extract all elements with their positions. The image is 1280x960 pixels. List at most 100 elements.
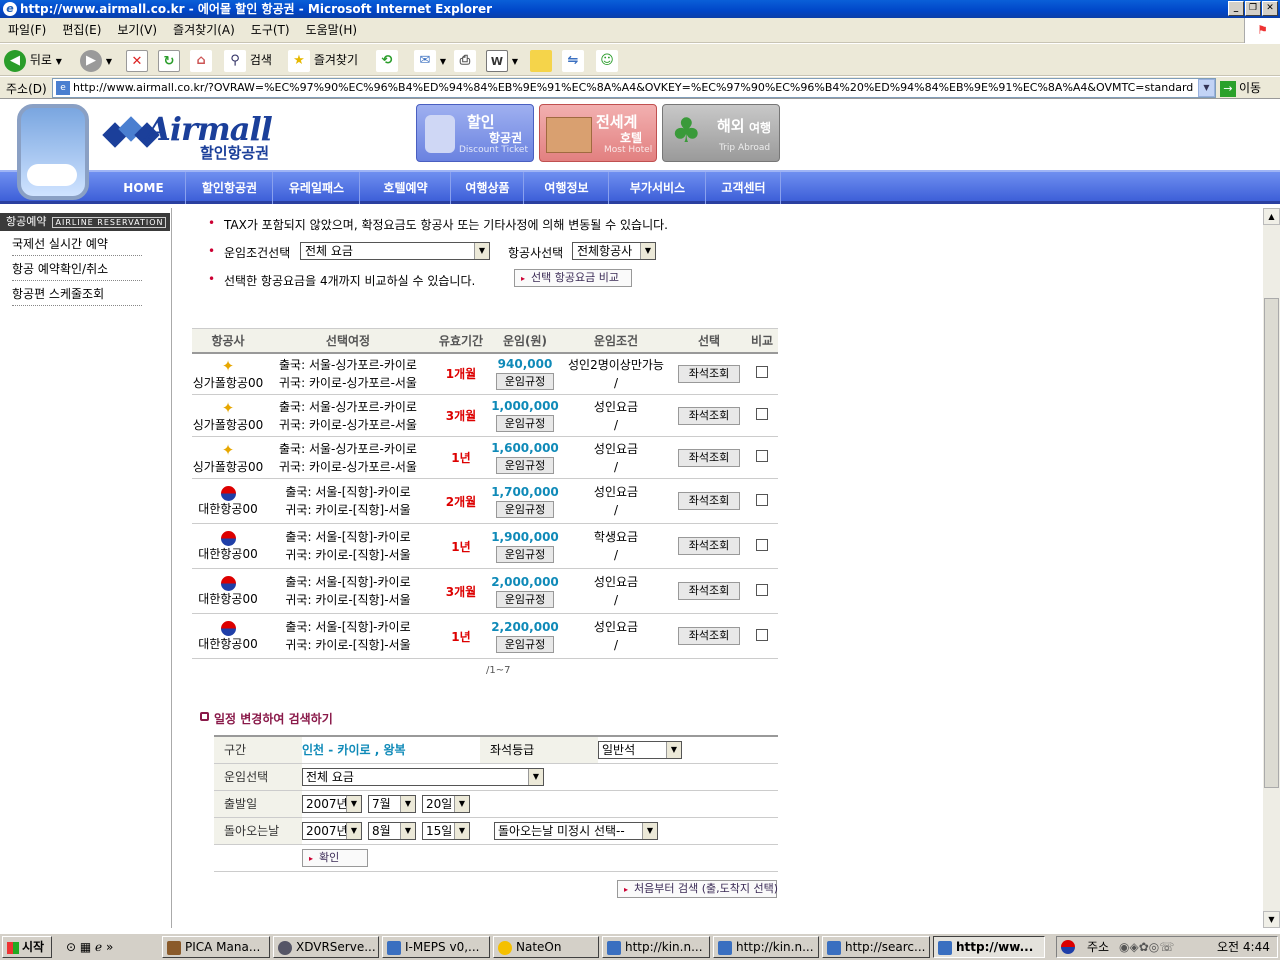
nav-home[interactable]: HOME (102, 172, 186, 204)
seat-inquiry-button[interactable]: 좌석조회 (678, 364, 740, 383)
airplane-window-icon (17, 104, 89, 200)
seat-inquiry-button[interactable]: 좌석조회 (678, 627, 740, 645)
seat-class-select[interactable]: 일반석 ▼ (598, 740, 682, 759)
restart-search-button[interactable]: ▸ 처음부터 검색 (출,도착지 선택) (617, 880, 778, 898)
seat-inquiry-button[interactable]: 좌석조회 (678, 537, 740, 555)
airline-select[interactable]: 전체항공사 ▼ (572, 242, 656, 260)
nav-travel-info[interactable]: 여행정보 (525, 172, 609, 204)
messenger-button[interactable]: ☺ (596, 48, 618, 72)
fare-rules-button[interactable]: 운임규정 (496, 635, 554, 653)
scroll-thumb[interactable] (1264, 298, 1279, 788)
search-button[interactable]: ⚲ 검색 (224, 48, 272, 72)
address-input[interactable]: e http://www.airmall.co.kr/?OVRAW=%EC%97… (52, 78, 1216, 98)
chevron-down-icon: ▼ (346, 822, 361, 839)
compare-checkbox[interactable] (756, 493, 768, 506)
compare-checkbox[interactable] (756, 628, 768, 641)
task-ie-airmall[interactable]: http://ww... (933, 936, 1045, 958)
restore-button[interactable]: ❐ (1245, 1, 1261, 16)
stop-button[interactable]: ✕ (126, 48, 148, 72)
korean-ime-icon[interactable] (1061, 940, 1075, 954)
fare-rules-button[interactable]: 운임규정 (496, 545, 554, 563)
nav-travel-products[interactable]: 여행상품 (452, 172, 524, 204)
fare-select[interactable]: 전체 요금 ▼ (302, 767, 544, 786)
vertical-scrollbar[interactable]: ▲ ▼ (1263, 208, 1280, 928)
task-ie-kin-1[interactable]: http://kin.n... (602, 936, 710, 958)
start-button[interactable]: 시작 (2, 936, 52, 958)
tray-icons[interactable]: ◉◈✿◎☏ (1119, 937, 1174, 957)
pagination[interactable]: /1~7 (486, 665, 510, 676)
fare-cell: 1,900,000 운임규정 (490, 523, 560, 569)
compare-checkbox[interactable] (756, 538, 768, 551)
depart-day-select[interactable]: 20일 ▼ (422, 794, 470, 813)
sidebar-item-booking-confirm[interactable]: 항공 예약확인/취소 (12, 257, 142, 281)
compare-fares-button[interactable]: ▸ 선택 항공요금 비교 (514, 269, 632, 287)
site-logo[interactable]: Airmall 할인항공권 (100, 108, 290, 168)
task-imeps[interactable]: I-MEPS v0,... (382, 936, 490, 958)
scroll-down-button[interactable]: ▼ (1263, 911, 1280, 928)
depart-year-select[interactable]: 2007년 ▼ (302, 794, 362, 813)
edit-button[interactable]: W ▼ (486, 48, 518, 72)
fare-condition-select[interactable]: 전체 요금 ▼ (300, 242, 490, 260)
nav-eurail-pass[interactable]: 유레일패스 (274, 172, 360, 204)
research-button[interactable]: ⇋ (562, 48, 584, 72)
menu-view[interactable]: 보기(V) (109, 18, 165, 43)
seat-inquiry-button[interactable]: 좌석조회 (678, 492, 740, 510)
fare-rules-button[interactable]: 운임규정 (496, 500, 554, 518)
fare-rules-button[interactable]: 운임규정 (496, 415, 554, 432)
sidebar-header: 항공예약 AIRLINE RESERVATION (0, 213, 170, 231)
compare-checkbox[interactable] (756, 450, 768, 462)
close-button[interactable]: ✕ (1262, 1, 1278, 16)
task-xdvr[interactable]: XDVRServe... (273, 936, 379, 958)
task-ie-search[interactable]: http://searc... (822, 936, 930, 958)
menu-file[interactable]: 파일(F) (0, 18, 54, 43)
confirm-button[interactable]: ▸ 확인 (302, 848, 368, 867)
favorites-button[interactable]: ★ 즐겨찾기 (288, 48, 358, 72)
compare-checkbox[interactable] (756, 583, 768, 596)
sidebar-item-realtime-booking[interactable]: 국제선 실시간 예약 (12, 232, 142, 256)
nav-extra-services[interactable]: 부가서비스 (610, 172, 706, 204)
seat-inquiry-button[interactable]: 좌석조회 (678, 406, 740, 425)
nav-hotel-booking[interactable]: 호텔예약 (361, 172, 451, 204)
compare-checkbox[interactable] (756, 366, 768, 379)
fare-rules-button[interactable]: 운임규정 (496, 457, 554, 474)
return-year-select[interactable]: 2007년 ▼ (302, 821, 362, 840)
trip-abroad-button[interactable]: ♣ 해외 여행 Trip Abroad (662, 104, 780, 162)
discount-ticket-button[interactable]: 할인 항공권 Discount Ticket (416, 104, 534, 162)
forward-button[interactable]: ▶ ▼ (80, 48, 112, 72)
compare-checkbox[interactable] (756, 408, 768, 420)
fare-rules-button[interactable]: 운임규정 (496, 590, 554, 608)
go-button[interactable]: → 이동 (1220, 79, 1261, 97)
address-dropdown-button[interactable]: ▼ (1198, 79, 1215, 97)
tray-address-label[interactable]: 주소 (1087, 937, 1109, 957)
return-day-select[interactable]: 15일 ▼ (422, 821, 470, 840)
scroll-up-button[interactable]: ▲ (1263, 208, 1280, 225)
nav-customer-center[interactable]: 고객센터 (707, 172, 781, 204)
world-hotel-button[interactable]: 전세계 호텔 Most Hotel (539, 104, 657, 162)
home-button[interactable]: ⌂ (190, 48, 212, 72)
task-ie-kin-2[interactable]: http://kin.n... (713, 936, 819, 958)
seat-inquiry-button[interactable]: 좌석조회 (678, 582, 740, 600)
return-undecided-select[interactable]: 돌아오는날 미정시 선택-- ▼ (494, 821, 658, 840)
quick-launch[interactable]: ⊙ ▦ ℯ » (66, 940, 113, 954)
refresh-button[interactable]: ↻ (158, 48, 180, 72)
go-label: 이동 (1239, 81, 1262, 95)
depart-month-select[interactable]: 7월 ▼ (368, 794, 416, 813)
nav-discount-ticket[interactable]: 할인항공권 (187, 172, 273, 204)
back-button[interactable]: ◀ 뒤로 ▼ (4, 48, 62, 72)
minimize-button[interactable]: _ (1228, 1, 1244, 16)
history-button[interactable]: ⟲ (376, 48, 398, 72)
mail-button[interactable]: ✉ ▼ (414, 48, 446, 72)
menu-tools[interactable]: 도구(T) (243, 18, 298, 43)
note-button[interactable] (530, 48, 552, 72)
fare-rules-button[interactable]: 운임규정 (496, 373, 554, 391)
sidebar-item-flight-schedule[interactable]: 항공편 스케줄조회 (12, 282, 142, 306)
itinerary-cell: 출국: 서울-[직항]-카이로 귀국: 카이로-[직항]-서울 (264, 613, 432, 659)
print-button[interactable]: ⎙ (454, 48, 476, 72)
menu-help[interactable]: 도움말(H) (298, 18, 366, 43)
menu-favorites[interactable]: 즐겨찾기(A) (165, 18, 243, 43)
seat-inquiry-button[interactable]: 좌석조회 (678, 448, 740, 467)
task-pica[interactable]: PICA Mana... (162, 936, 270, 958)
task-nateon[interactable]: NateOn (493, 936, 599, 958)
menu-edit[interactable]: 편집(E) (54, 18, 109, 43)
return-month-select[interactable]: 8월 ▼ (368, 821, 416, 840)
